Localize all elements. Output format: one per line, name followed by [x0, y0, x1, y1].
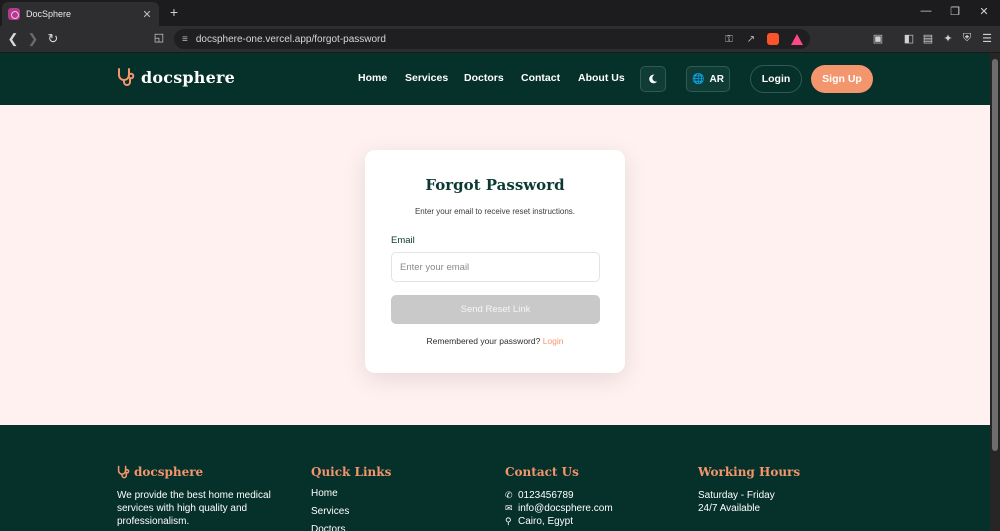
site-footer: docsphere We provide the best home medic… [0, 425, 990, 531]
footer-quick-links-column: Quick Links Home Services Doctors [311, 465, 471, 531]
map-pin-icon: ⚲ [505, 516, 512, 526]
browser-tab[interactable]: DocSphere ✕ [2, 2, 159, 26]
footer-brand: docsphere [117, 465, 292, 479]
brave-rewards-icon[interactable] [791, 33, 803, 45]
contact-location: ⚲ Cairo, Egypt [505, 515, 675, 528]
page-viewport: docsphere Home Services Doctors Contact … [0, 53, 990, 531]
sidebar-icon[interactable]: ◧ [901, 32, 917, 45]
screenshot-icon[interactable]: ▣ [870, 32, 886, 45]
stethoscope-icon [117, 465, 130, 479]
send-reset-link-button[interactable]: Send Reset Link [391, 295, 600, 324]
footer-about-text: We provide the best home medical service… [117, 490, 271, 527]
brave-shields-icon[interactable] [767, 33, 779, 45]
restore-icon[interactable]: ❐ [947, 5, 963, 18]
contact-phone: ✆ 0123456789 [505, 489, 675, 502]
remembered-text: Remembered your password? [426, 336, 541, 346]
scrollbar-thumb[interactable] [992, 59, 998, 451]
language-toggle-button[interactable]: 🌐 AR [686, 66, 730, 92]
nav-home[interactable]: Home [358, 72, 387, 84]
window-close-icon[interactable]: ✕ [976, 5, 992, 18]
globe-icon: 🌐 [692, 73, 705, 85]
footer-hours-column: Working Hours Saturday - Friday 24/7 Ava… [698, 465, 858, 515]
moon-icon [649, 74, 658, 84]
favicon-icon [8, 8, 20, 20]
envelope-icon: ✉ [505, 503, 513, 513]
footer-contact-column: Contact Us ✆ 0123456789 ✉ info@docsphere… [505, 465, 675, 528]
phone-icon: ✆ [505, 490, 513, 500]
language-label: AR [709, 73, 724, 85]
share-icon[interactable]: ↗ [740, 34, 762, 45]
contact-email: ✉ info@docsphere.com [505, 502, 675, 515]
hours-days: Saturday - Friday [698, 490, 775, 501]
back-icon[interactable]: ❮ [4, 31, 22, 47]
site-settings-icon[interactable]: ≡ [182, 34, 188, 45]
browser-tab-bar: DocSphere ✕ + — ❐ ✕ [0, 0, 1000, 26]
menu-icon[interactable]: ☰ [979, 32, 995, 45]
email-label: Email [391, 235, 415, 246]
leo-ai-icon[interactable]: ✦ [940, 32, 956, 45]
brand-name: docsphere [141, 67, 236, 87]
reload-icon[interactable]: ↻ [44, 31, 62, 47]
email-input[interactable] [391, 252, 600, 282]
nav-doctors[interactable]: Doctors [464, 72, 504, 84]
signup-button[interactable]: Sign Up [811, 65, 873, 93]
quick-links-heading: Quick Links [311, 465, 392, 479]
bookmark-icon[interactable]: ◱ [150, 31, 168, 44]
footer-about-column: docsphere We provide the best home medic… [117, 465, 292, 528]
url-text[interactable]: docsphere-one.vercel.app/forgot-password [196, 34, 718, 45]
minimize-icon[interactable]: — [918, 5, 934, 17]
working-hours-heading: Working Hours [698, 465, 801, 479]
page-subtitle: Enter your email to receive reset instru… [414, 207, 576, 216]
contact-heading: Contact Us [505, 465, 579, 479]
site-header: docsphere Home Services Doctors Contact … [0, 53, 990, 105]
forward-icon[interactable]: ❯ [24, 31, 42, 47]
page-title: Forgot Password [425, 176, 565, 194]
key-icon[interactable]: ⚿ [718, 34, 740, 45]
footer-brand-name: docsphere [134, 465, 204, 479]
nav-contact[interactable]: Contact [521, 72, 560, 84]
vpn-icon[interactable]: ⛨ [959, 32, 975, 45]
stethoscope-icon [118, 68, 135, 86]
footer-link-doctors[interactable]: Doctors [311, 521, 471, 531]
brand-logo[interactable]: docsphere [117, 67, 235, 87]
hours-availability: 24/7 Available [698, 503, 761, 514]
new-tab-button[interactable]: + [166, 4, 182, 20]
tab-title: DocSphere [26, 9, 72, 19]
address-bar[interactable]: ≡ docsphere-one.vercel.app/forgot-passwo… [174, 29, 810, 49]
theme-toggle-button[interactable] [640, 66, 666, 92]
wallet-icon[interactable]: ▤ [920, 32, 936, 45]
location-text: Cairo, Egypt [518, 516, 574, 527]
login-button[interactable]: Login [750, 65, 802, 93]
phone-text: 0123456789 [518, 490, 574, 501]
remembered-password-row: Remembered your password? Login [365, 336, 625, 346]
tab-close-icon[interactable]: ✕ [141, 8, 153, 21]
page-scrollbar[interactable] [990, 53, 1000, 531]
login-link[interactable]: Login [543, 336, 564, 346]
nav-about-us[interactable]: About Us [578, 72, 625, 84]
email-text: info@docsphere.com [518, 503, 613, 514]
footer-link-home[interactable]: Home [311, 485, 471, 503]
nav-services[interactable]: Services [405, 72, 448, 84]
browser-toolbar: ❮ ❯ ↻ ◱ ≡ docsphere-one.vercel.app/forgo… [0, 26, 1000, 53]
footer-link-services[interactable]: Services [311, 503, 471, 521]
forgot-password-card: Forgot Password Enter your email to rece… [365, 150, 625, 373]
